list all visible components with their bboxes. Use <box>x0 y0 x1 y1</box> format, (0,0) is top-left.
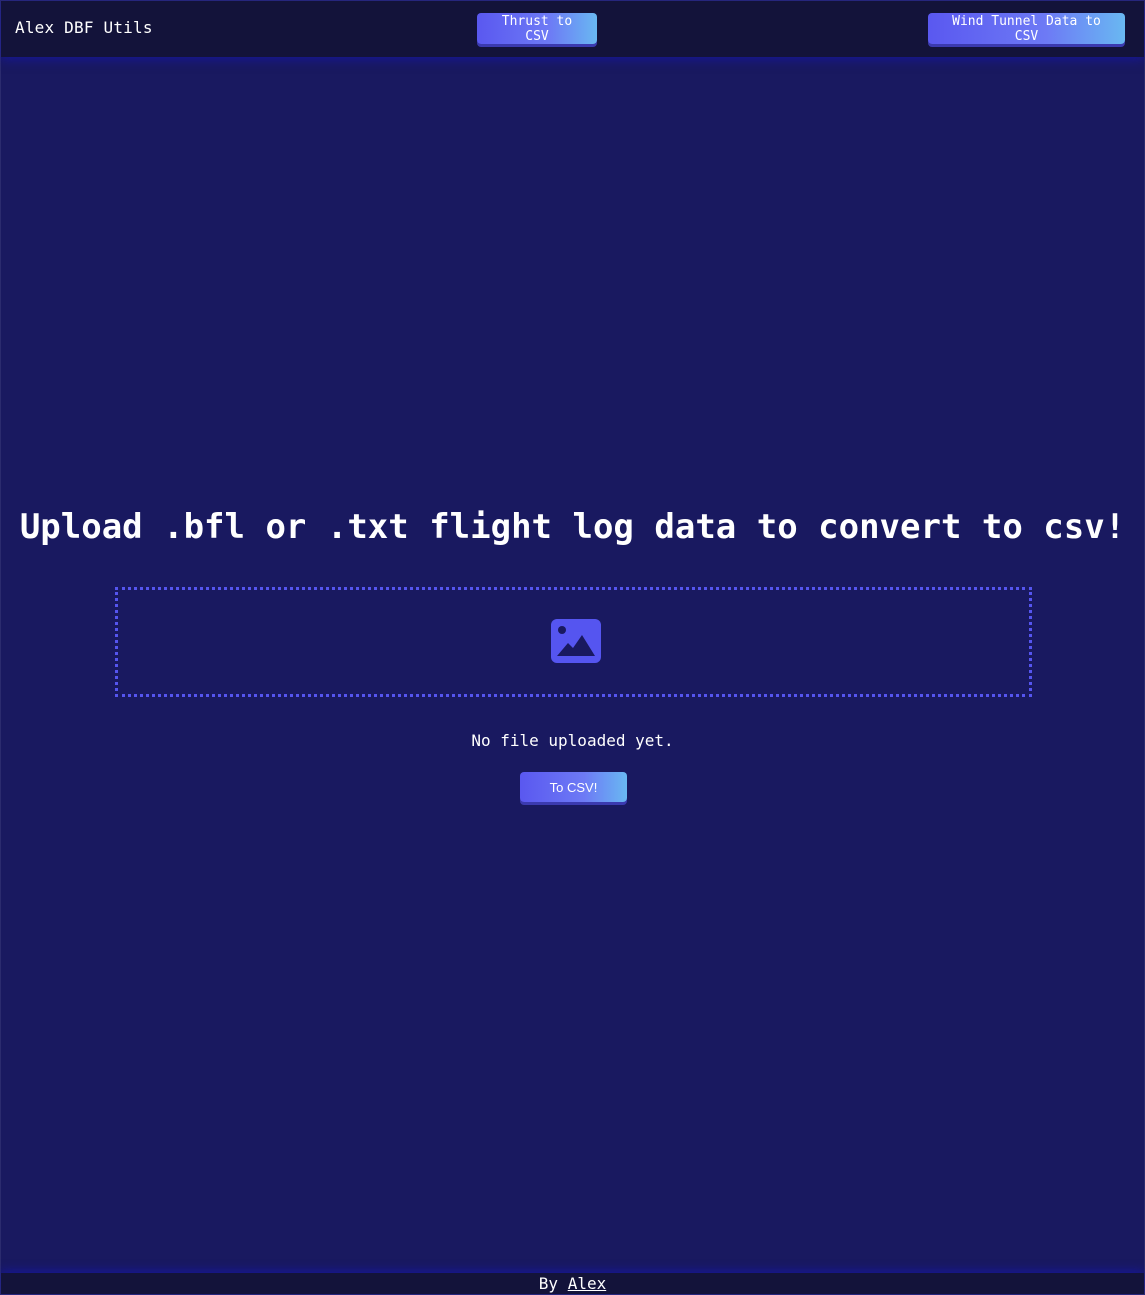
to-csv-button[interactable]: To CSV! <box>520 772 627 802</box>
wind-tunnel-to-csv-button[interactable]: Wind Tunnel Data to CSV <box>928 13 1125 44</box>
footer-by-text: By <box>538 1274 568 1293</box>
app-window: Alex DBF Utils Thrust to CSV Wind Tunnel… <box>0 0 1145 1295</box>
page-title: Upload .bfl or .txt flight log data to c… <box>19 507 1126 547</box>
top-navbar: Alex DBF Utils Thrust to CSV Wind Tunnel… <box>1 1 1144 57</box>
upload-status: No file uploaded yet. <box>471 731 674 750</box>
brand-title: Alex DBF Utils <box>15 18 153 37</box>
file-dropzone[interactable] <box>115 587 1032 697</box>
image-icon <box>551 619 601 663</box>
footer: By Alex <box>1 1273 1144 1294</box>
thrust-to-csv-button[interactable]: Thrust to CSV <box>477 13 597 44</box>
main-content: Upload .bfl or .txt flight log data to c… <box>1 57 1144 1273</box>
author-link[interactable]: Alex <box>568 1274 607 1293</box>
